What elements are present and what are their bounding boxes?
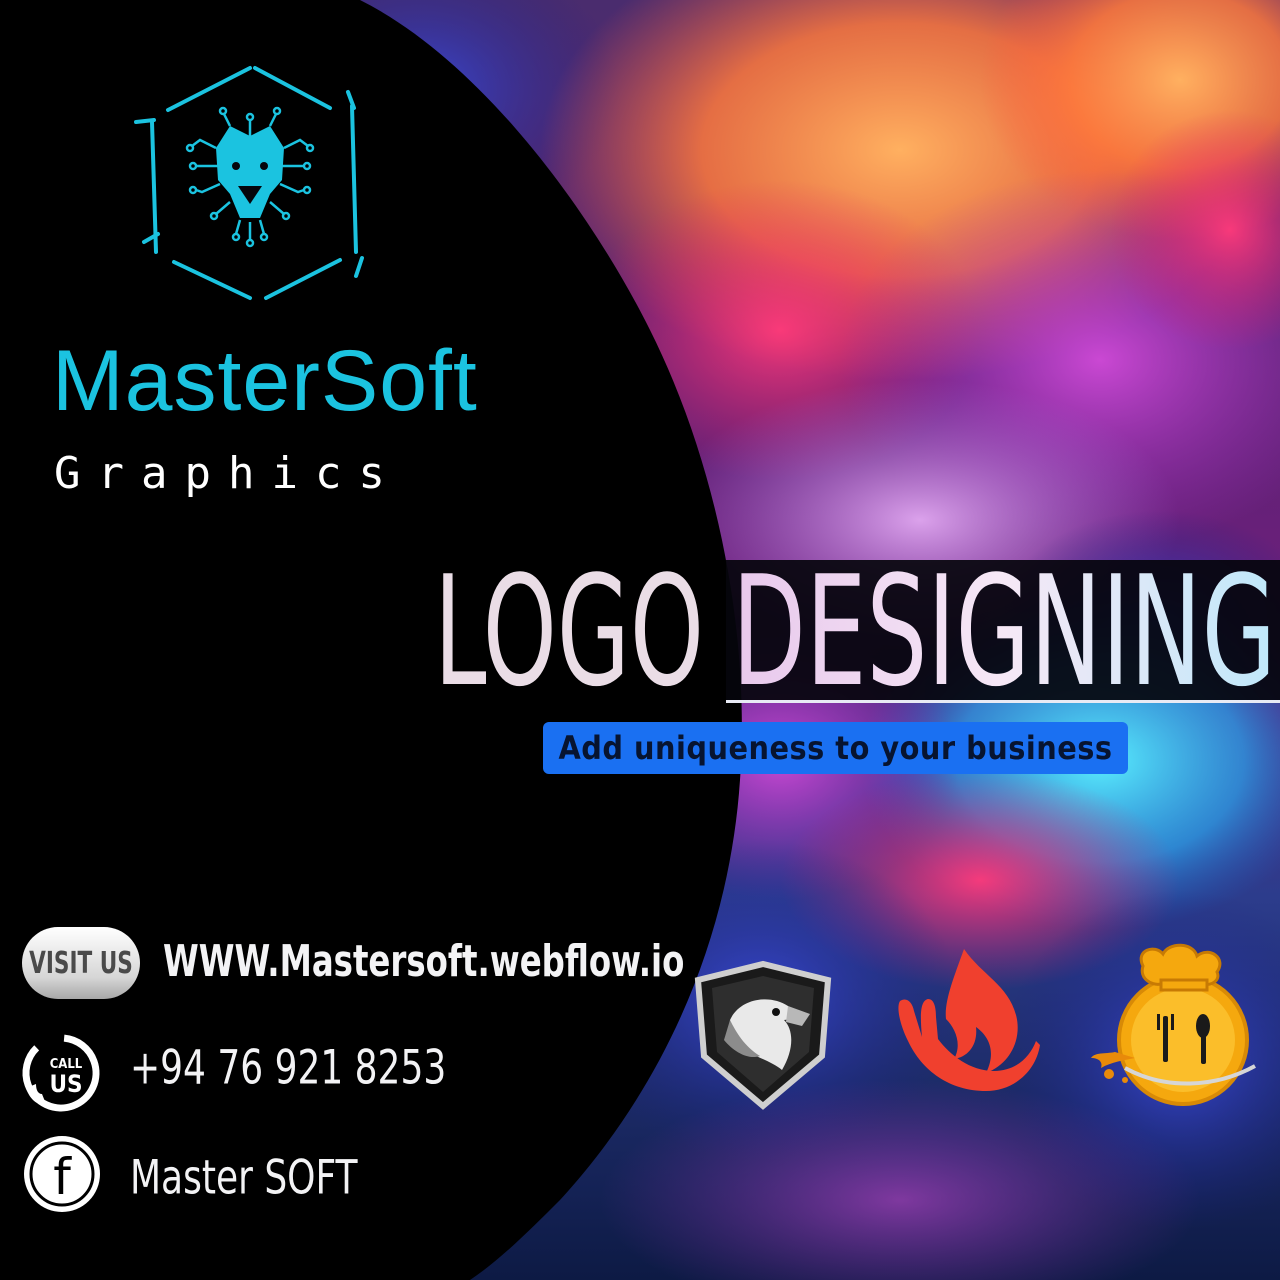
headline: LOGO DESIGNING [434,560,1276,700]
brand-subtitle: Graphics [54,448,402,499]
facebook-page-name[interactable]: Master SOFT [130,1154,357,1201]
flame-hand-icon [898,949,1040,1091]
tagline: Add uniqueness to your business [558,729,1113,767]
lion-circuit-hexagon-icon [134,66,364,300]
headline-word-logo: LOGO [434,560,704,700]
eagle-shield-icon [694,960,832,1110]
visit-us-label: VISIT US [29,945,133,981]
chef-restaurant-icon [1091,943,1256,1106]
website-link[interactable]: WWW.Mastersoft.webflow.io [163,941,684,984]
phone-handset-icon [26,1084,46,1105]
headline-word-designing: DESIGNING [732,560,1276,700]
facebook-icon[interactable]: f [22,1134,102,1214]
call-badge-bottom: US [49,1070,82,1098]
call-us-icon[interactable]: CALL US [20,1032,102,1114]
brand-name: MasterSoft [52,333,478,429]
phone-number[interactable]: +94 76 921 8253 [130,1044,446,1091]
poster: MasterSoft Graphics LOGO DESIGNING Add u… [0,0,1280,1280]
facebook-glyph: f [53,1148,72,1206]
